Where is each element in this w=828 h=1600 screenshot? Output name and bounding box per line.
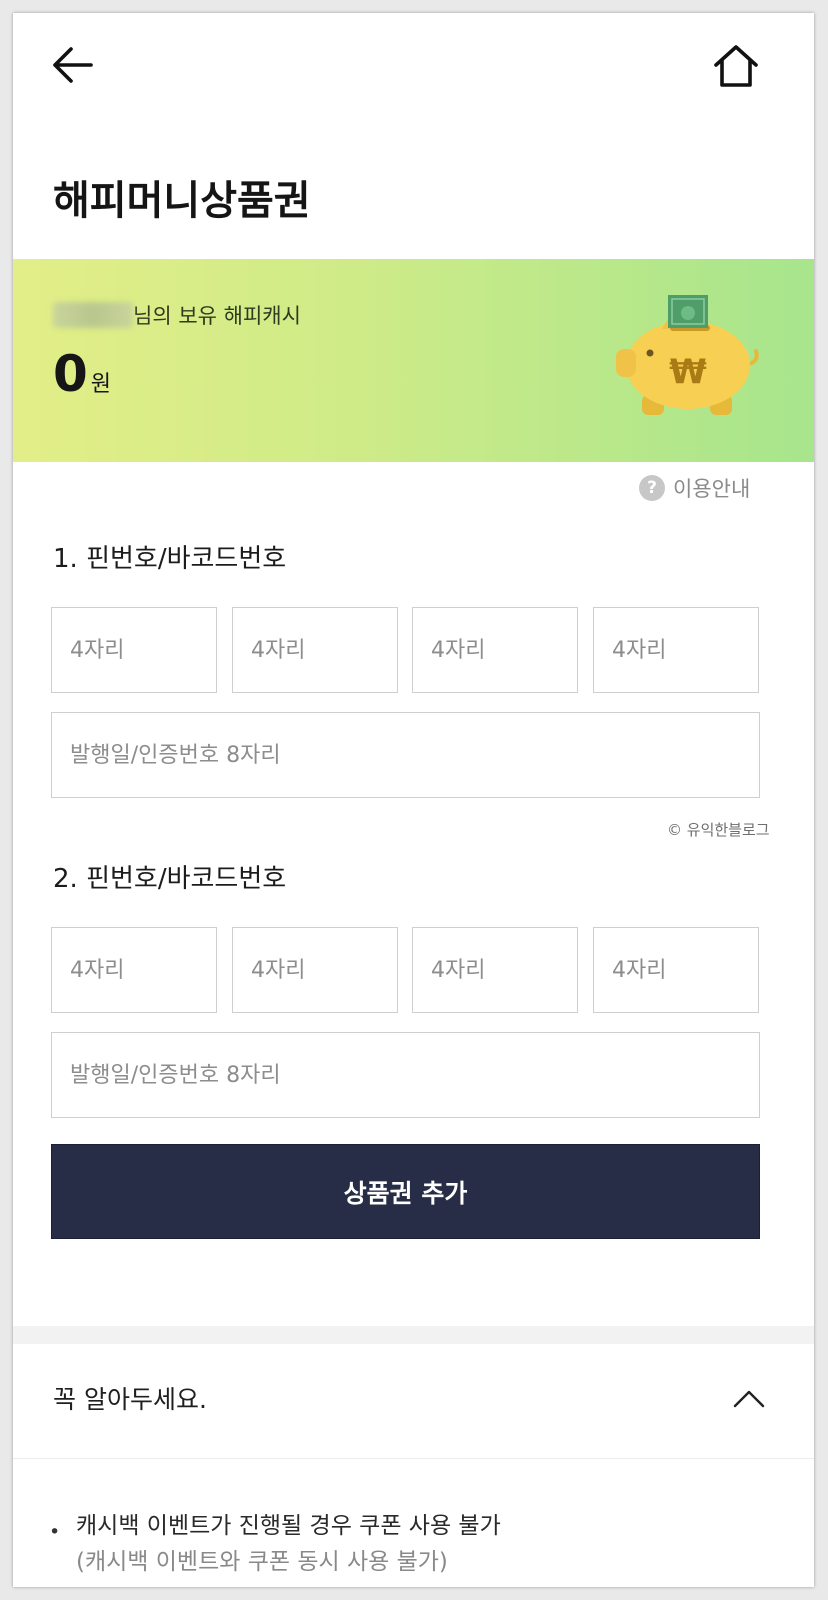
section-1-pin-2-input[interactable] xyxy=(232,607,398,693)
happycash-balance-banner: 님의 보유 해피캐시 0원 ₩ xyxy=(13,259,814,462)
balance-owner-label: 님의 보유 해피캐시 xyxy=(53,301,301,331)
section-divider xyxy=(13,1326,814,1344)
watermark: © 유익한블로그 xyxy=(667,821,770,839)
app-screen: 해피머니상품권 님의 보유 해피캐시 0원 ₩ ? 이용안내 1. 핀번호/바코… xyxy=(13,13,814,1587)
balance-amount: 0원 xyxy=(53,343,111,405)
notice-item: 캐시백 이벤트가 진행될 경우 쿠폰 사용 불가 xyxy=(76,1513,501,1539)
home-button[interactable] xyxy=(712,43,760,93)
section-1-pin-3-input[interactable] xyxy=(412,607,578,693)
usage-guide-link[interactable]: ? 이용안내 xyxy=(639,473,750,503)
section-2-pin-3-input[interactable] xyxy=(412,927,578,1013)
notice-divider xyxy=(13,1458,814,1459)
arrow-left-icon xyxy=(53,47,93,83)
section-2-pin-2-input[interactable] xyxy=(232,927,398,1013)
section-1-pin-1-input[interactable] xyxy=(51,607,217,693)
balance-value: 0 xyxy=(53,345,88,403)
section-1-auth-input[interactable] xyxy=(51,712,760,798)
balance-unit: 원 xyxy=(90,372,112,397)
section-2-pin-1-input[interactable] xyxy=(51,927,217,1013)
svg-text:₩: ₩ xyxy=(669,352,707,392)
chevron-up-icon xyxy=(733,1390,765,1408)
balance-owner-suffix: 님의 보유 해피캐시 xyxy=(133,304,301,328)
home-icon xyxy=(714,45,758,87)
section-2-auth-input[interactable] xyxy=(51,1032,760,1118)
page-title: 해피머니상품권 xyxy=(53,178,311,224)
add-gift-card-button[interactable]: 상품권 추가 xyxy=(51,1144,760,1239)
section-2-pin-4-input[interactable] xyxy=(593,927,759,1013)
blurred-username xyxy=(53,302,133,328)
notice-toggle-button[interactable] xyxy=(732,1387,766,1413)
notice-title: 꼭 알아두세요. xyxy=(53,1385,207,1414)
section-2-label: 2. 핀번호/바코드번호 xyxy=(53,864,287,894)
piggy-bank-icon: ₩ xyxy=(616,295,759,415)
section-1-pin-4-input[interactable] xyxy=(593,607,759,693)
notice-bullet: • xyxy=(49,1521,61,1543)
question-circle-icon: ? xyxy=(639,475,665,501)
section-1-label: 1. 핀번호/바코드번호 xyxy=(53,544,287,574)
usage-guide-label: 이용안내 xyxy=(673,477,751,501)
notice-item: (캐시백 이벤트와 쿠폰 동시 사용 불가) xyxy=(76,1549,448,1575)
back-button[interactable] xyxy=(51,45,95,89)
